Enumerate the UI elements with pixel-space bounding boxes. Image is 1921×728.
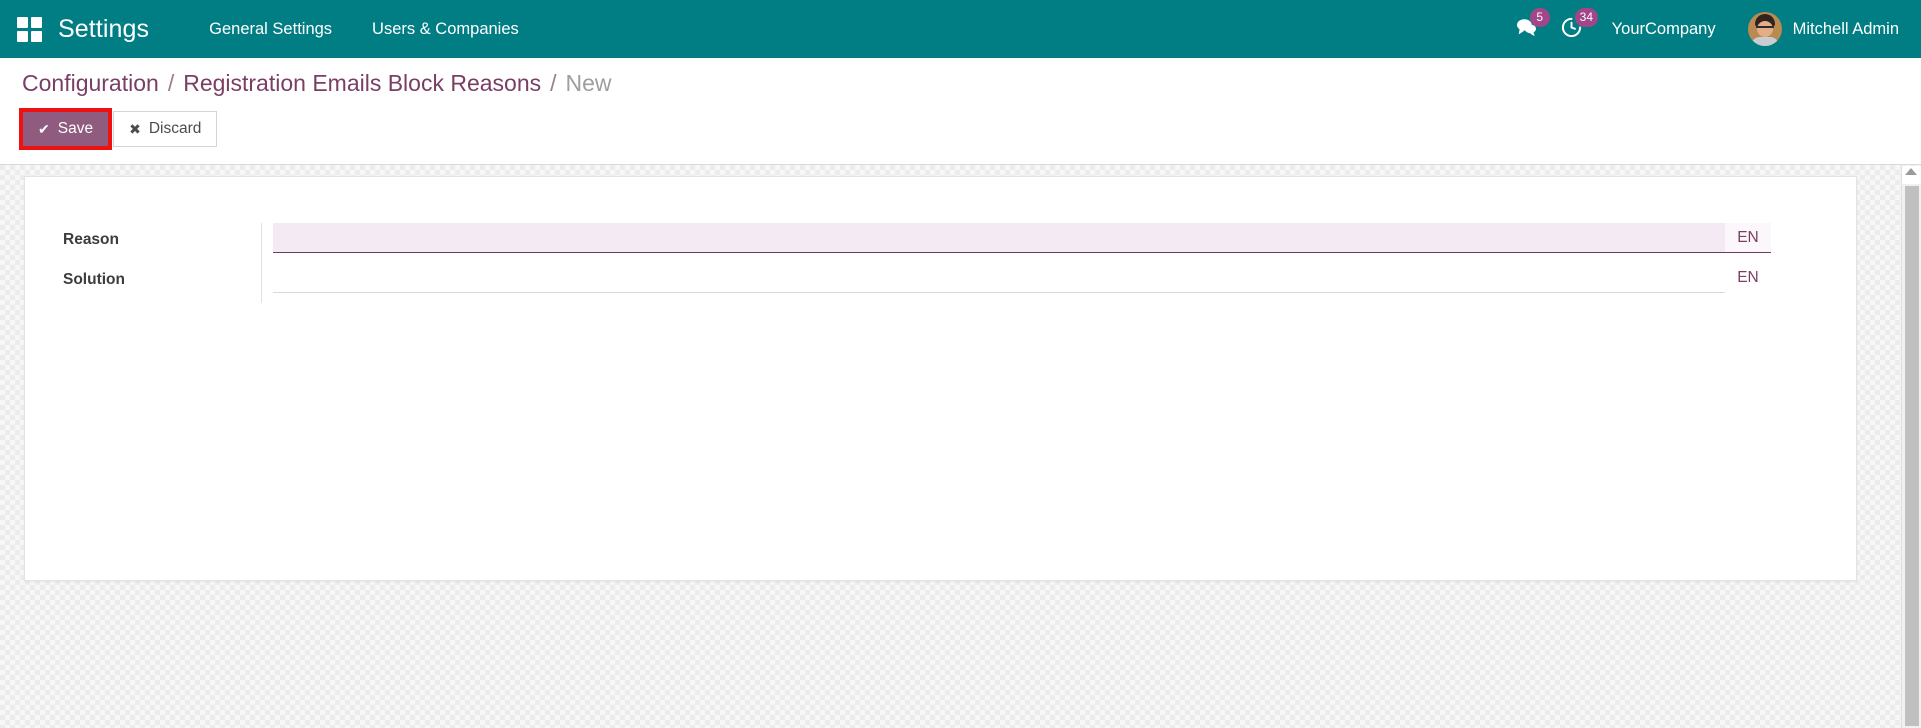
form-field-group: Reason EN Solution EN bbox=[63, 223, 1771, 303]
scrollbar-thumb[interactable] bbox=[1905, 186, 1919, 726]
activities-menu-button[interactable]: 34 bbox=[1549, 0, 1599, 58]
reason-language-tag[interactable]: EN bbox=[1725, 223, 1771, 253]
field-label-reason: Reason bbox=[63, 231, 119, 248]
times-icon: ✖ bbox=[129, 121, 141, 137]
form-action-buttons: ✔ Save ✖ Discard bbox=[18, 108, 218, 150]
field-input-wrap-solution: EN bbox=[273, 263, 1771, 293]
solution-input[interactable] bbox=[273, 263, 1725, 293]
vertical-scrollbar[interactable] bbox=[1901, 166, 1921, 728]
discard-button[interactable]: ✖ Discard bbox=[113, 111, 218, 147]
user-name-label: Mitchell Admin bbox=[1792, 19, 1899, 38]
breadcrumb-item-new: New bbox=[565, 70, 612, 96]
field-input-wrap-reason: EN bbox=[273, 223, 1771, 253]
control-panel: Configuration / Registration Emails Bloc… bbox=[0, 58, 1921, 165]
messaging-menu-button[interactable]: 5 bbox=[1504, 0, 1550, 58]
breadcrumb-item-registration-emails-block-reasons[interactable]: Registration Emails Block Reasons bbox=[183, 70, 541, 97]
form-scroll-area: Reason EN Solution EN bbox=[0, 166, 1901, 728]
menu-item-users-companies[interactable]: Users & Companies bbox=[352, 0, 539, 58]
company-switcher[interactable]: YourCompany bbox=[1594, 20, 1734, 39]
field-label-solution: Solution bbox=[63, 271, 125, 288]
top-navbar: Settings General Settings Users & Compan… bbox=[0, 0, 1921, 58]
check-icon: ✔ bbox=[38, 121, 50, 137]
field-cell-solution: EN bbox=[261, 263, 1771, 303]
activities-count-badge: 34 bbox=[1574, 8, 1599, 27]
save-button[interactable]: ✔ Save bbox=[18, 108, 113, 150]
field-cell-reason: EN bbox=[261, 223, 1771, 263]
field-row-solution: Solution EN bbox=[63, 263, 1771, 303]
caret-up-icon[interactable] bbox=[1905, 168, 1917, 175]
user-avatar bbox=[1747, 12, 1782, 46]
odoo-settings-page: Settings General Settings Users & Compan… bbox=[0, 0, 1921, 728]
grid-apps-icon bbox=[16, 16, 42, 42]
menu-item-general-settings[interactable]: General Settings bbox=[189, 0, 352, 58]
app-brand-title[interactable]: Settings bbox=[58, 15, 149, 44]
apps-menu-button[interactable] bbox=[0, 0, 58, 58]
breadcrumb: Configuration / Registration Emails Bloc… bbox=[22, 70, 612, 97]
breadcrumb-separator: / bbox=[550, 70, 557, 96]
navbar-menu: General Settings Users & Companies bbox=[189, 0, 539, 58]
form-sheet: Reason EN Solution EN bbox=[24, 176, 1857, 581]
navbar-systray: 5 34 YourCompany Mitchell Admin bbox=[1504, 0, 1921, 58]
solution-language-tag[interactable]: EN bbox=[1725, 263, 1771, 293]
breadcrumb-separator: / bbox=[167, 70, 175, 96]
messaging-count-badge: 5 bbox=[1529, 8, 1550, 27]
user-menu-button[interactable]: Mitchell Admin bbox=[1734, 12, 1899, 46]
discard-button-label: Discard bbox=[148, 120, 202, 137]
field-row-reason: Reason EN bbox=[63, 223, 1771, 263]
breadcrumb-item-configuration[interactable]: Configuration bbox=[22, 70, 159, 97]
save-button-label: Save bbox=[57, 120, 94, 137]
reason-input[interactable] bbox=[273, 223, 1725, 253]
